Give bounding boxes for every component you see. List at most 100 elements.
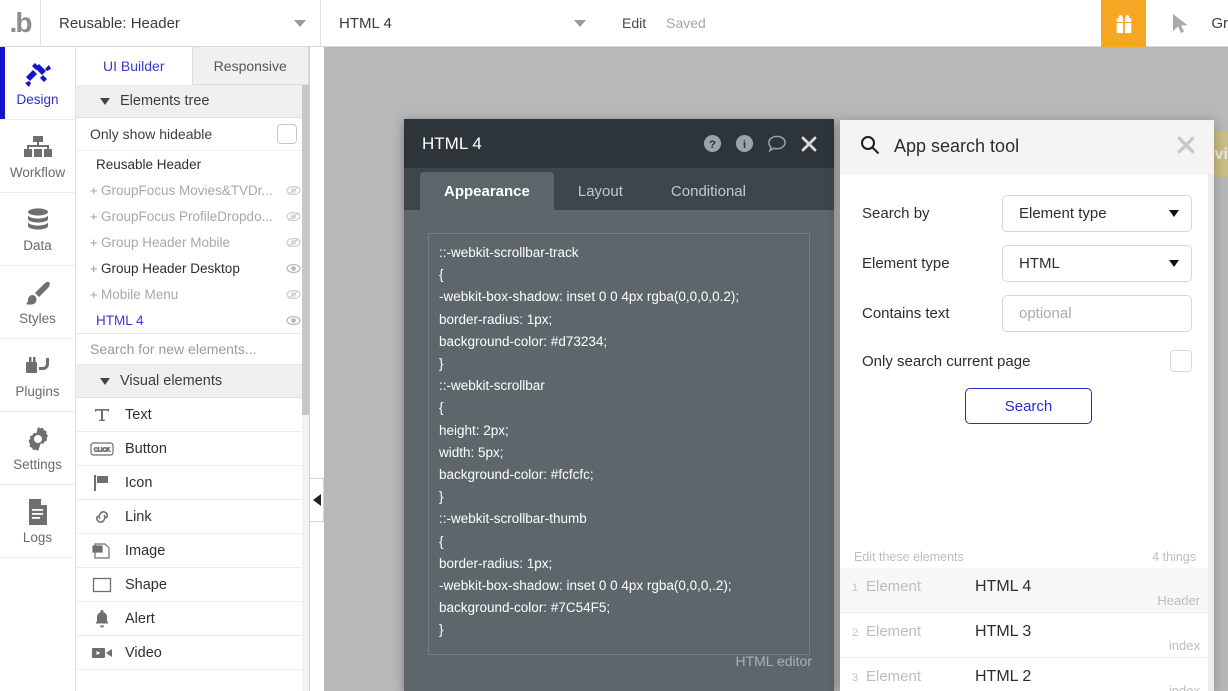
elements-tree-title: Elements tree — [120, 93, 210, 109]
rail-item-settings[interactable]: Settings — [0, 412, 75, 485]
image-icon — [90, 542, 114, 560]
tree-row[interactable]: + GroupFocus ProfileDropdo... — [76, 203, 309, 229]
result-kind: Element — [866, 623, 922, 640]
rail-label-data: Data — [23, 238, 52, 253]
top-bar: .b Reusable: Header HTML 4 Edit Saved Gr — [0, 0, 1228, 47]
element-item-text[interactable]: Text — [76, 398, 309, 432]
element-item-shape[interactable]: Shape — [76, 568, 309, 602]
elements-tree-header[interactable]: Elements tree — [76, 85, 309, 118]
contains-text-row: Contains text optional — [840, 288, 1214, 338]
element-selector[interactable]: HTML 4 — [320, 0, 600, 47]
collapse-left-icon[interactable] — [310, 478, 324, 522]
bubble-logo[interactable]: .b — [0, 0, 40, 47]
tab-ui-builder[interactable]: UI Builder — [76, 47, 193, 85]
rail-item-logs[interactable]: Logs — [0, 485, 75, 558]
rail-label-plugins: Plugins — [15, 384, 60, 399]
search-icon — [860, 135, 880, 158]
eye-visible-icon[interactable] — [286, 263, 301, 274]
html-code-content: ::-webkit-scrollbar-track { -webkit-box-… — [439, 245, 740, 638]
contains-text-label: Contains text — [862, 304, 950, 322]
tree-row[interactable]: + Group Header Mobile — [76, 229, 309, 255]
bell-icon — [90, 609, 114, 629]
eye-hidden-icon[interactable] — [286, 185, 301, 196]
table-row[interactable]: 2 Element HTML 3 index — [840, 613, 1214, 658]
html-code-editor[interactable]: ::-webkit-scrollbar-track { -webkit-box-… — [428, 233, 810, 655]
tree-row[interactable]: Reusable Header — [76, 151, 309, 177]
info-circle-icon[interactable]: i — [735, 134, 754, 153]
element-item-icon[interactable]: Icon — [76, 466, 309, 500]
result-name: HTML 3 — [975, 623, 1032, 640]
only-search-current-page-checkbox[interactable] — [1170, 350, 1192, 372]
panel-scrollbar[interactable] — [302, 85, 309, 691]
element-item-alert[interactable]: Alert — [76, 602, 309, 636]
edit-menu-button[interactable]: Edit — [622, 15, 646, 31]
element-item-label: Alert — [125, 610, 155, 627]
tree-item-label: GroupFocus Movies&TVDr... — [101, 182, 273, 198]
cursor-arrow-icon[interactable] — [1170, 13, 1190, 38]
expand-plus-icon[interactable]: + — [90, 235, 99, 250]
element-property-dialog: HTML 4 ? i Appearance Layout Conditional… — [404, 119, 834, 691]
expand-plus-icon[interactable]: + — [90, 209, 99, 224]
tab-layout[interactable]: Layout — [554, 172, 647, 210]
only-show-hideable-label: Only show hideable — [90, 126, 213, 142]
only-show-hideable-checkbox[interactable] — [277, 124, 297, 144]
contains-text-input[interactable]: optional — [1002, 294, 1192, 332]
result-index: 1 — [852, 582, 859, 594]
eye-hidden-icon[interactable] — [286, 289, 301, 300]
rail-item-data[interactable]: Data — [0, 193, 75, 266]
gear-icon — [25, 424, 51, 454]
rail-item-plugins[interactable]: Plugins — [0, 339, 75, 412]
tree-row[interactable]: + Group Header Desktop — [76, 255, 309, 281]
eye-hidden-icon[interactable] — [286, 237, 301, 248]
tab-appearance[interactable]: Appearance — [420, 172, 554, 210]
dialog-header[interactable]: HTML 4 ? i — [404, 119, 834, 168]
visual-elements-title: Visual elements — [120, 373, 223, 389]
only-show-hideable-row[interactable]: Only show hideable — [76, 118, 309, 151]
shape-rectangle-icon — [90, 577, 114, 593]
search-by-select[interactable]: Element type — [1002, 194, 1192, 232]
rail-item-styles[interactable]: Styles — [0, 266, 75, 339]
result-index: 2 — [852, 627, 859, 639]
tree-row[interactable]: + GroupFocus Movies&TVDr... — [76, 177, 309, 203]
app-search-scrollbar[interactable] — [1208, 174, 1214, 691]
comment-bubble-icon[interactable] — [767, 134, 787, 153]
chevron-down-icon — [100, 97, 110, 105]
expand-plus-icon[interactable]: + — [90, 183, 99, 198]
svg-text:CLICK: CLICK — [94, 447, 111, 453]
chevron-down-icon — [574, 19, 586, 27]
eye-hidden-icon[interactable] — [286, 211, 301, 222]
rail-item-workflow[interactable]: Workflow — [0, 120, 75, 193]
element-item-image[interactable]: Image — [76, 534, 309, 568]
close-icon[interactable] — [1176, 135, 1196, 159]
rail-item-design[interactable]: Design — [0, 47, 75, 120]
gift-icon[interactable] — [1101, 0, 1146, 47]
visual-elements-header[interactable]: Visual elements — [76, 365, 309, 398]
expand-plus-icon[interactable]: + — [90, 261, 99, 276]
panel-scrollbar-thumb[interactable] — [302, 85, 309, 415]
eye-visible-icon[interactable] — [286, 315, 301, 326]
tree-row-html-4[interactable]: HTML 4 — [76, 307, 309, 333]
element-item-link[interactable]: Link — [76, 500, 309, 534]
element-item-label: Image — [125, 542, 166, 559]
save-status: Saved — [666, 15, 706, 31]
only-search-current-page-row[interactable]: Only search current page — [840, 338, 1214, 384]
account-label[interactable]: Gr — [1211, 15, 1228, 32]
tree-row[interactable]: + Mobile Menu — [76, 281, 309, 307]
rail-label-logs: Logs — [22, 530, 53, 545]
element-type-select[interactable]: HTML — [1002, 244, 1192, 282]
element-item-button[interactable]: CLICK Button — [76, 432, 309, 466]
expand-plus-icon[interactable]: + — [90, 287, 99, 302]
search-new-elements-input[interactable]: Search for new elements... — [76, 333, 309, 365]
help-circle-icon[interactable]: ? — [703, 134, 722, 153]
document-icon — [26, 497, 50, 527]
close-icon[interactable] — [800, 135, 818, 153]
search-button[interactable]: Search — [965, 388, 1092, 424]
tab-responsive[interactable]: Responsive — [193, 47, 309, 84]
element-item-video[interactable]: Video — [76, 636, 309, 670]
tab-conditional[interactable]: Conditional — [647, 172, 770, 210]
table-row[interactable]: 3 Element HTML 2 index — [840, 658, 1214, 691]
table-row[interactable]: 1 Element HTML 4 Header — [840, 568, 1214, 613]
page-selector[interactable]: Reusable: Header — [40, 0, 320, 47]
result-page: index — [1168, 638, 1200, 653]
chevron-down-icon — [100, 377, 110, 385]
